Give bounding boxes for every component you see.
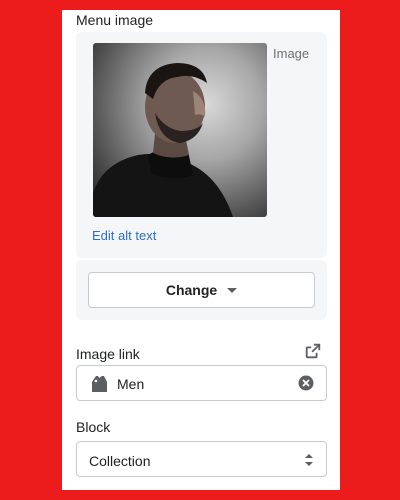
external-link-icon[interactable] — [304, 342, 322, 360]
image-link-label: Image link — [76, 346, 140, 362]
change-button-label: Change — [165, 282, 218, 298]
image-card: Image Edit alt text — [76, 32, 327, 258]
image-link-value: Men — [117, 376, 145, 392]
portrait-illustration — [93, 63, 233, 217]
block-select-value: Collection — [89, 453, 151, 469]
settings-panel: Menu image Image Edit alt text Change Im… — [62, 10, 340, 490]
image-card-footer: Change — [76, 260, 327, 320]
clear-icon[interactable] — [298, 375, 314, 391]
select-arrows-icon — [305, 454, 313, 466]
image-link-field[interactable]: Men — [76, 365, 327, 401]
block-label: Block — [76, 419, 111, 435]
menu-image-thumbnail[interactable] — [93, 43, 267, 217]
edit-alt-text-link[interactable]: Edit alt text — [92, 228, 156, 243]
menu-image-label: Menu image — [76, 12, 154, 28]
tag-icon — [92, 376, 107, 392]
caret-down-icon — [227, 287, 238, 293]
change-button[interactable]: Change — [88, 272, 315, 308]
image-type-label: Image — [273, 46, 310, 61]
block-select[interactable]: Collection — [76, 441, 327, 477]
